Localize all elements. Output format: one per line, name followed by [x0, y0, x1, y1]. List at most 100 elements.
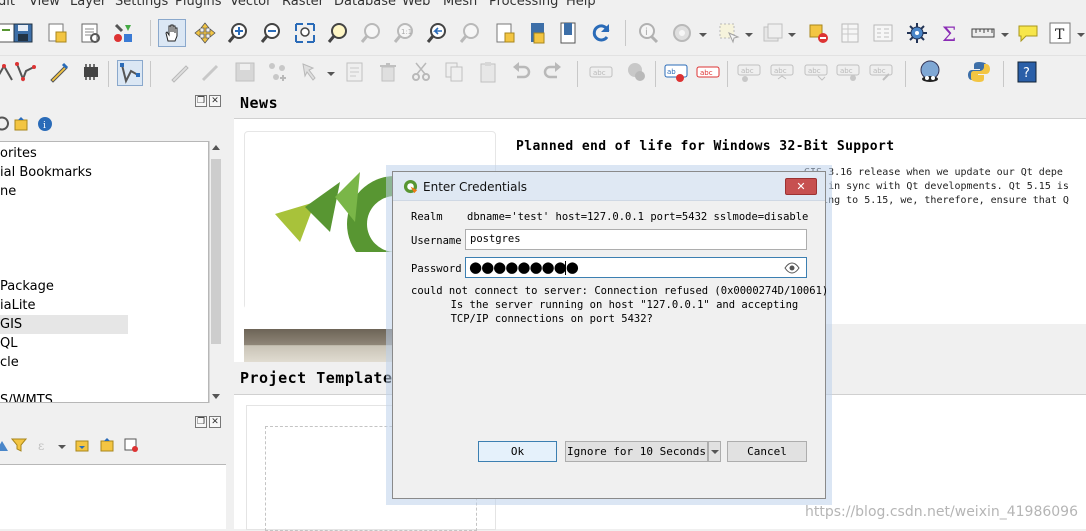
menu-web[interactable]: Web [402, 0, 430, 9]
label-toolbar-icon[interactable]: abc [589, 60, 613, 84]
style-manager-icon[interactable] [111, 21, 135, 45]
tree-item-mssql[interactable]: QL [0, 334, 208, 353]
toggle-editing-icon[interactable] [168, 60, 192, 84]
map-tips-icon[interactable] [971, 21, 995, 45]
delete-icon[interactable] [376, 60, 400, 84]
tree-item-wms-wmts[interactable]: S/WMTS [0, 391, 208, 402]
edit-attributes-icon[interactable] [343, 60, 367, 84]
paste-icon[interactable] [476, 60, 500, 84]
dropdown-arrow-icon[interactable] [788, 33, 796, 37]
move-label-icon[interactable]: abc [737, 60, 761, 84]
menu-layer[interactable]: Layer [70, 0, 106, 9]
browser-scrollbar[interactable] [209, 141, 222, 403]
tree-item-geopackage[interactable]: Package [0, 277, 208, 296]
close-button[interactable]: ✕ [785, 178, 817, 195]
new-bookmark-icon[interactable] [493, 21, 517, 45]
show-bookmarks-icon[interactable] [526, 21, 550, 45]
dialog-titlebar[interactable]: Enter Credentials ✕ [393, 172, 825, 201]
ignore-options-dropdown[interactable] [708, 441, 721, 462]
expand-all-icon[interactable] [74, 437, 90, 453]
menu-processing[interactable]: Processing [489, 0, 558, 9]
filter-legend-icon[interactable] [11, 437, 27, 453]
float-panel-button[interactable]: ❐ [195, 95, 207, 107]
close-panel-button[interactable]: ✕ [209, 95, 221, 107]
zoom-selection-icon[interactable] [326, 21, 350, 45]
pan-hand-icon[interactable] [158, 19, 186, 47]
collapse-all-icon[interactable] [99, 437, 115, 453]
dropdown-arrow-icon[interactable] [327, 72, 335, 76]
cut-icon[interactable] [409, 60, 433, 84]
layers-list[interactable] [0, 464, 226, 529]
dropdown-arrow-icon[interactable] [745, 33, 753, 37]
open-attribute-table-icon[interactable] [806, 21, 830, 45]
temporal-controller-icon[interactable] [556, 21, 580, 45]
save-project-icon[interactable] [11, 21, 35, 45]
tree-item-postgis[interactable]: GIS [0, 315, 128, 334]
tree-item-oracle[interactable]: cle [0, 353, 208, 372]
menu-raster[interactable]: Raster [282, 0, 324, 9]
scroll-down-icon[interactable] [212, 394, 220, 399]
menu-database[interactable]: Database [334, 0, 396, 9]
zoom-next-icon[interactable] [458, 21, 482, 45]
menu-plugins[interactable]: Plugins [175, 0, 222, 9]
password-field[interactable]: ●●●●●●●●● [465, 257, 807, 278]
username-field[interactable]: postgres [465, 229, 807, 250]
refresh-icon[interactable] [0, 116, 10, 132]
save-edits-icon[interactable] [233, 60, 257, 84]
remove-layer-icon[interactable] [123, 437, 139, 453]
float-panel-button[interactable]: ❐ [195, 416, 207, 428]
redo-icon[interactable] [541, 60, 565, 84]
pan-to-selection-icon[interactable] [193, 21, 217, 45]
pin-labels-icon[interactable] [623, 60, 647, 84]
current-edits-icon[interactable] [47, 60, 71, 84]
menu-settings[interactable]: Settings [115, 0, 168, 9]
help-icon[interactable]: ? [1015, 60, 1039, 84]
tree-item-spatial-bookmarks[interactable]: ial Bookmarks [0, 163, 208, 182]
label-edit-icon[interactable]: abc [869, 60, 893, 84]
filter-expression-icon[interactable]: ε [37, 437, 53, 453]
digitize-icon[interactable] [14, 60, 38, 84]
collapse-all-icon[interactable] [13, 116, 29, 132]
dropdown-arrow-icon[interactable] [699, 33, 707, 37]
add-feature-icon[interactable] [266, 60, 290, 84]
news-headline[interactable]: Planned end of life for Windows 32-Bit S… [516, 139, 894, 154]
change-label-icon[interactable]: abc [804, 60, 828, 84]
save-as-icon[interactable] [45, 21, 69, 45]
field-calculator-icon[interactable] [838, 21, 862, 45]
menu-help[interactable]: Help [566, 0, 596, 9]
zoom-layer-icon[interactable] [359, 21, 383, 45]
eye-icon[interactable] [784, 262, 800, 274]
zoom-in-icon[interactable] [226, 21, 250, 45]
ignore-button[interactable]: Ignore for 10 Seconds [565, 441, 708, 462]
select-features-icon[interactable] [717, 21, 741, 45]
run-feature-action-icon[interactable] [670, 21, 694, 45]
zoom-native-icon[interactable]: 1:1 [392, 21, 416, 45]
gps-icon[interactable] [79, 60, 103, 84]
tree-item-home[interactable]: ne [0, 182, 208, 201]
statistics-icon[interactable] [905, 21, 929, 45]
dropdown-arrow-icon[interactable] [1077, 33, 1085, 37]
python-console-icon[interactable] [918, 60, 942, 84]
close-panel-button[interactable]: ✕ [209, 416, 221, 428]
tree-item-favorites[interactable]: orites [0, 144, 208, 163]
properties-icon[interactable]: i [37, 116, 53, 132]
browser-tree[interactable]: orites ial Bookmarks ne Package iaLite G… [0, 141, 209, 403]
menu-mesh[interactable]: Mesh [443, 0, 477, 9]
zoom-full-icon[interactable] [293, 21, 317, 45]
toggle-editing-icon[interactable] [198, 60, 222, 84]
scrollbar-thumb[interactable] [211, 159, 221, 344]
menu-view[interactable]: View [29, 0, 60, 9]
zoom-out-icon[interactable] [259, 21, 283, 45]
tree-item-spatialite[interactable]: iaLite [0, 296, 208, 315]
highlight-labels-icon[interactable]: ab [664, 60, 688, 84]
refresh-icon[interactable] [589, 21, 613, 45]
python-logo-icon[interactable] [967, 60, 991, 84]
deselect-icon[interactable] [761, 21, 785, 45]
print-layout-icon[interactable] [78, 21, 102, 45]
menu-vector[interactable]: Vector [230, 0, 271, 9]
ok-button[interactable]: Ok [478, 441, 557, 462]
vertex-tool-icon[interactable] [117, 60, 143, 86]
text-tool-icon[interactable]: T [1048, 21, 1072, 45]
scroll-up-icon[interactable] [212, 145, 220, 150]
label-properties-icon[interactable]: abc [836, 60, 860, 84]
